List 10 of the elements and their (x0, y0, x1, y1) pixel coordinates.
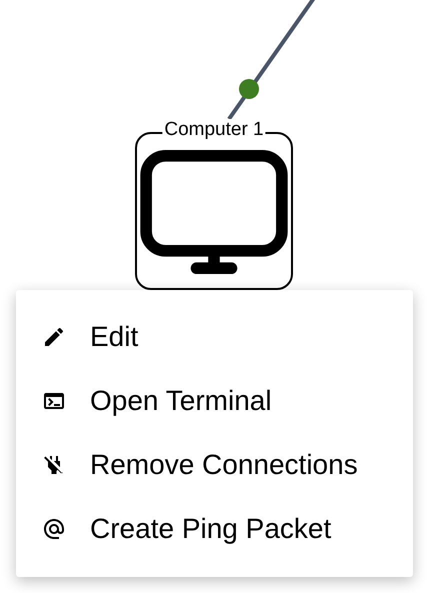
menu-item[interactable]: Open Terminal (16, 369, 413, 433)
monitor-icon (138, 148, 290, 276)
at-target-icon (42, 517, 66, 541)
pencil-icon (42, 325, 66, 349)
status-dot (239, 79, 259, 99)
node-label: Computer 1 (162, 119, 266, 141)
connection-line[interactable] (227, 0, 316, 120)
menu-item[interactable]: Edit (16, 305, 413, 369)
menu-item[interactable]: Remove Connections (16, 433, 413, 497)
menu-item[interactable]: Create Ping Packet (16, 497, 413, 561)
